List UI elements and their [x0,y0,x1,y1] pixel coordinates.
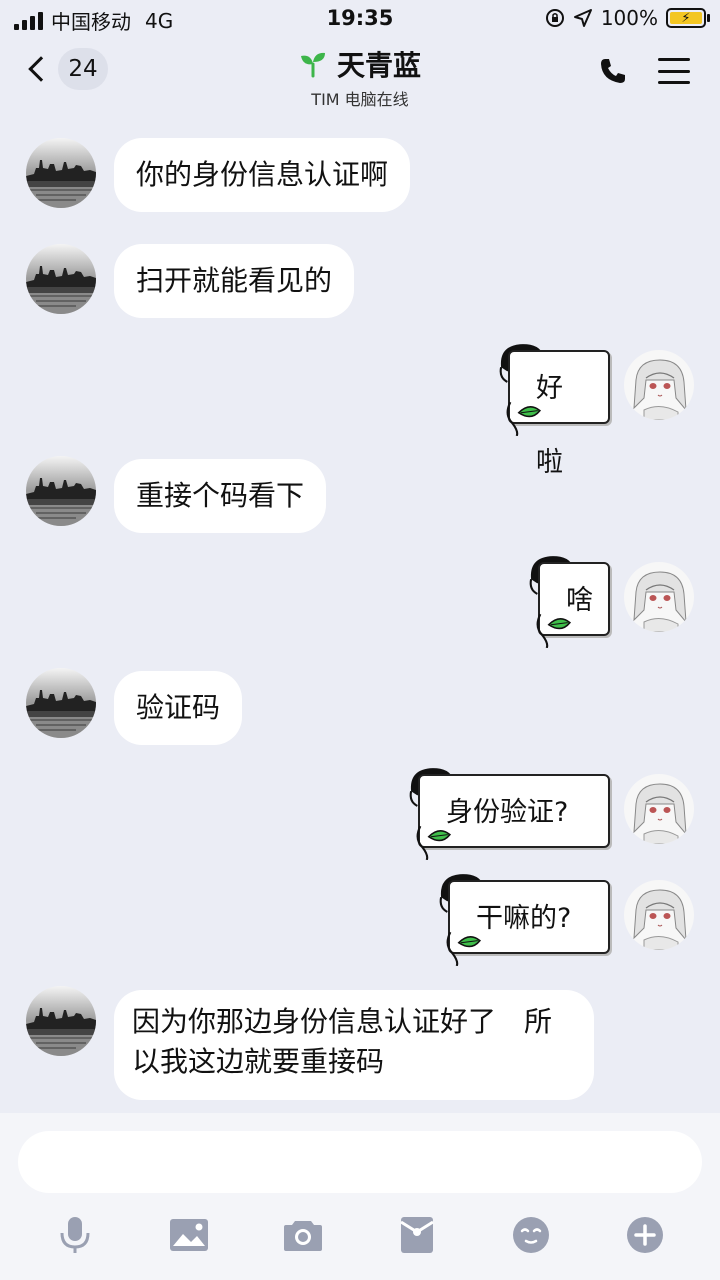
message-row: 重接个码看下 [0,456,720,533]
my-avatar[interactable] [624,774,694,844]
battery-percent: 100% [600,6,658,30]
phone-icon[interactable] [598,56,628,86]
message-row: 身份验证? [0,764,720,864]
message-row: 因为你那边身份信息认证好了 所 以我这边就要重接码 [0,986,720,1100]
message-row: 好啦 [0,340,720,478]
incoming-message-bubble[interactable]: 扫开就能看见的 [114,244,355,318]
contact-avatar[interactable] [26,244,96,314]
chat-title: 天青蓝 [299,44,421,84]
red-packet-icon[interactable] [395,1213,439,1257]
status-bar: 中国移动 4G 19:35 100% ⚡ [0,0,720,36]
sprout-icon [300,52,325,78]
rotation-lock-icon [545,9,564,27]
incoming-message-bubble[interactable]: 重接个码看下 [114,459,327,533]
header-actions [598,56,690,86]
chat-header: 24 天青蓝 TIM 电脑在线 [0,36,720,110]
incoming-message-bubble[interactable]: 因为你那边身份信息认证好了 所 以我这边就要重接码 [114,990,594,1100]
message-line: 以我这边就要重接码 [132,1045,385,1078]
message-row: 扫开就能看见的 [0,244,720,318]
message-row: 你的身份信息认证啊 [0,138,720,212]
battery-icon: ⚡ [666,8,710,28]
contact-name: 天青蓝 [336,49,421,82]
message-row: 验证码 [0,668,720,745]
message-input[interactable] [18,1131,702,1193]
message-row: 啥 [0,552,720,652]
status-right: 100% ⚡ [545,6,710,30]
microphone-icon[interactable] [53,1213,97,1257]
composer-toolbar [0,1213,720,1263]
my-avatar[interactable] [624,562,694,632]
menu-icon[interactable] [658,58,690,84]
contact-avatar[interactable] [26,138,96,208]
contact-avatar[interactable] [26,668,96,738]
emoji-icon[interactable] [509,1213,553,1257]
incoming-message-bubble[interactable]: 验证码 [114,671,243,745]
message-row: 干嘛的? [0,870,720,970]
composer [0,1113,720,1280]
camera-icon[interactable] [281,1213,325,1257]
image-icon[interactable] [167,1213,211,1257]
my-avatar[interactable] [624,880,694,950]
contact-avatar[interactable] [26,456,96,526]
my-avatar[interactable] [624,350,694,420]
location-icon [573,9,592,27]
lips-icon [504,400,542,436]
online-status: TIM 电脑在线 [311,90,409,109]
incoming-message-bubble[interactable]: 你的身份信息认证啊 [114,138,411,212]
contact-avatar[interactable] [26,986,96,1056]
lips-icon [444,930,482,966]
plus-icon[interactable] [623,1213,667,1257]
lips-icon [534,612,572,648]
lips-icon [414,824,452,860]
message-line: 因为你那边身份信息认证好了 所 [132,1005,553,1038]
